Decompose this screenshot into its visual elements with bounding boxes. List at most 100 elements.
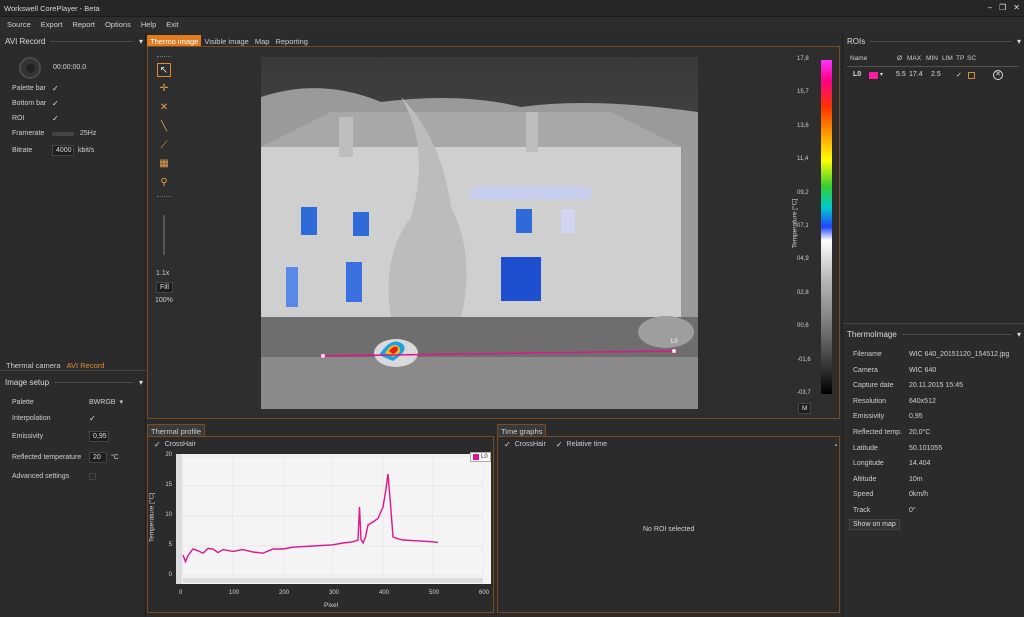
y-tick-label: 10 — [165, 512, 172, 518]
info-key: Resolution — [853, 397, 887, 405]
info-key: Altitude — [853, 475, 877, 483]
pointer-tool-icon[interactable]: ↖ — [157, 63, 171, 77]
x-tick-label: 200 — [279, 590, 290, 596]
maximize-icon[interactable]: ❐ — [999, 3, 1006, 12]
spot-tool-icon[interactable]: ✛ — [157, 81, 171, 95]
check-icon[interactable]: ✓ — [89, 414, 96, 423]
profile-legend: L0 — [470, 452, 491, 462]
menu-help[interactable]: Help — [136, 17, 161, 33]
remove-roi-icon[interactable]: ✕ — [993, 70, 1003, 80]
rois-title: ROIs — [847, 37, 866, 46]
minimize-icon[interactable]: – — [988, 3, 992, 12]
advanced-row: Advanced settings — [12, 473, 96, 480]
time-menu-icon[interactable]: ▪ — [835, 443, 837, 449]
sc-checkbox[interactable] — [968, 72, 975, 79]
left-panel: AVI Record ▾ 00:00:00.0 Palette bar ✓ Bot… — [0, 33, 146, 617]
menu-source[interactable]: Source — [2, 17, 36, 33]
scale-tick-label: 09,2 — [797, 189, 809, 196]
reflected-label: Reflected temperature — [12, 454, 82, 461]
bitrate-input[interactable]: 4000 — [52, 145, 74, 156]
menu-report[interactable]: Report — [67, 17, 100, 33]
table-row[interactable]: L0 ▾ 5.5 17.4 2.5 ✓ ✕ — [849, 70, 1019, 83]
thermal-image[interactable]: L0 — [261, 57, 698, 409]
info-key: Track — [853, 507, 871, 514]
roi-name: L0 — [853, 71, 862, 78]
menu-options[interactable]: Options — [100, 17, 136, 33]
rois-header: ROIs ▾ — [847, 37, 1021, 46]
menu-exit[interactable]: Exit — [161, 17, 184, 33]
profile-hscroll[interactable] — [183, 578, 483, 583]
bitrate-label: Bitrate — [12, 147, 33, 154]
reflected-input[interactable]: 20 — [89, 452, 107, 463]
check-icon[interactable]: ✓ — [52, 114, 59, 123]
roi-option[interactable]: ROI ✓ — [12, 114, 59, 123]
info-key: Camera — [853, 366, 878, 374]
profile-chart[interactable] — [176, 454, 491, 584]
palette-label: Palette — [12, 398, 34, 406]
zoom-tool-icon[interactable]: ⚲ — [157, 175, 171, 189]
panel-menu-icon[interactable]: ▾ — [139, 37, 143, 46]
scale-tick-label: 17,8 — [797, 56, 809, 62]
scale-mode-button[interactable]: M — [798, 403, 812, 414]
polyline-tool-icon[interactable]: ⟋ — [157, 138, 171, 152]
bitrate-unit: kbit/s — [78, 147, 95, 154]
col-lim: LIM — [942, 55, 953, 62]
framerate-slider[interactable] — [52, 131, 74, 136]
profile-x-ticks: 0 100 200 300 400 500 600 — [176, 590, 491, 600]
thermoimage-header: ThermoImage ▾ — [847, 330, 1021, 339]
zoom-slider[interactable] — [163, 215, 165, 255]
info-row: Altitude 10m — [853, 476, 923, 483]
divider — [847, 66, 1019, 67]
info-value: 0° — [909, 507, 916, 514]
show-on-map-button[interactable]: Show on map — [849, 519, 900, 530]
check-icon[interactable]: ✓ — [556, 440, 563, 449]
info-row: Camera WIC 640 — [853, 367, 936, 374]
menu-export[interactable]: Export — [36, 17, 68, 33]
profile-vscroll[interactable] — [176, 454, 182, 584]
panel-menu-icon[interactable]: ▾ — [139, 378, 143, 387]
series-line-l0 — [182, 473, 439, 564]
palette-select[interactable]: BWRGB — [89, 399, 115, 406]
emissivity-input[interactable]: 0,95 — [89, 431, 109, 442]
time-options: ✓ CrossHair ✓ Relative time — [504, 440, 607, 449]
fill-button[interactable]: Fill — [156, 282, 173, 293]
check-icon[interactable]: ✓ — [52, 99, 59, 108]
chevron-down-icon[interactable]: ▾ — [880, 71, 883, 78]
check-icon[interactable]: ✓ — [956, 71, 962, 79]
check-icon[interactable]: ✓ — [504, 440, 511, 449]
time-crosshair-label: CrossHair — [514, 441, 546, 448]
avi-record-header: AVI Record ▾ — [5, 37, 143, 46]
area-tool-icon[interactable]: ▦ — [157, 156, 171, 170]
chevron-down-icon[interactable]: ▾ — [119, 398, 123, 406]
check-icon[interactable]: ✓ — [52, 84, 59, 93]
interpolation-row: Interpolation ✓ — [12, 414, 96, 423]
y-tick-label: 5 — [168, 542, 172, 548]
profile-y-ticks: 0 5 10 15 20 — [160, 450, 174, 590]
palette-bar-option[interactable]: Palette bar ✓ — [12, 84, 59, 93]
cross-tool-icon[interactable]: ✕ — [157, 100, 171, 114]
record-button[interactable] — [19, 57, 41, 79]
panel-menu-icon[interactable]: ▾ — [1017, 330, 1021, 339]
col-name: Name — [850, 55, 868, 62]
check-icon[interactable]: ✓ — [154, 440, 161, 449]
col-avg: Ø — [897, 55, 903, 62]
advanced-checkbox[interactable] — [89, 473, 96, 480]
emissivity-row: Emissivity 0,95 — [12, 431, 109, 442]
bottom-bar-option[interactable]: Bottom bar ✓ — [12, 99, 59, 108]
col-tp: TP — [956, 55, 965, 62]
profile-crosshair-option[interactable]: ✓ CrossHair — [154, 440, 196, 449]
close-icon[interactable]: ✕ — [1013, 3, 1020, 12]
info-row: Longitude 14.404 — [853, 460, 930, 467]
profile-chart-svg — [182, 455, 484, 577]
roi-color-swatch[interactable] — [869, 72, 878, 79]
panel-menu-icon[interactable]: ▾ — [1017, 37, 1021, 46]
info-key: Speed — [853, 491, 874, 499]
line-tool-icon[interactable]: ╲ — [157, 119, 171, 133]
scale-tick-label: 02,8 — [797, 289, 809, 296]
info-value: 20,0°C — [909, 429, 931, 436]
scale-tick-label: -01,6 — [797, 356, 811, 363]
framerate-row: Framerate 25Hz — [12, 130, 96, 137]
info-value: WIC 640 — [909, 366, 937, 374]
info-key: Emissivity — [853, 413, 885, 421]
scale-tick-label: 04,9 — [797, 256, 809, 263]
